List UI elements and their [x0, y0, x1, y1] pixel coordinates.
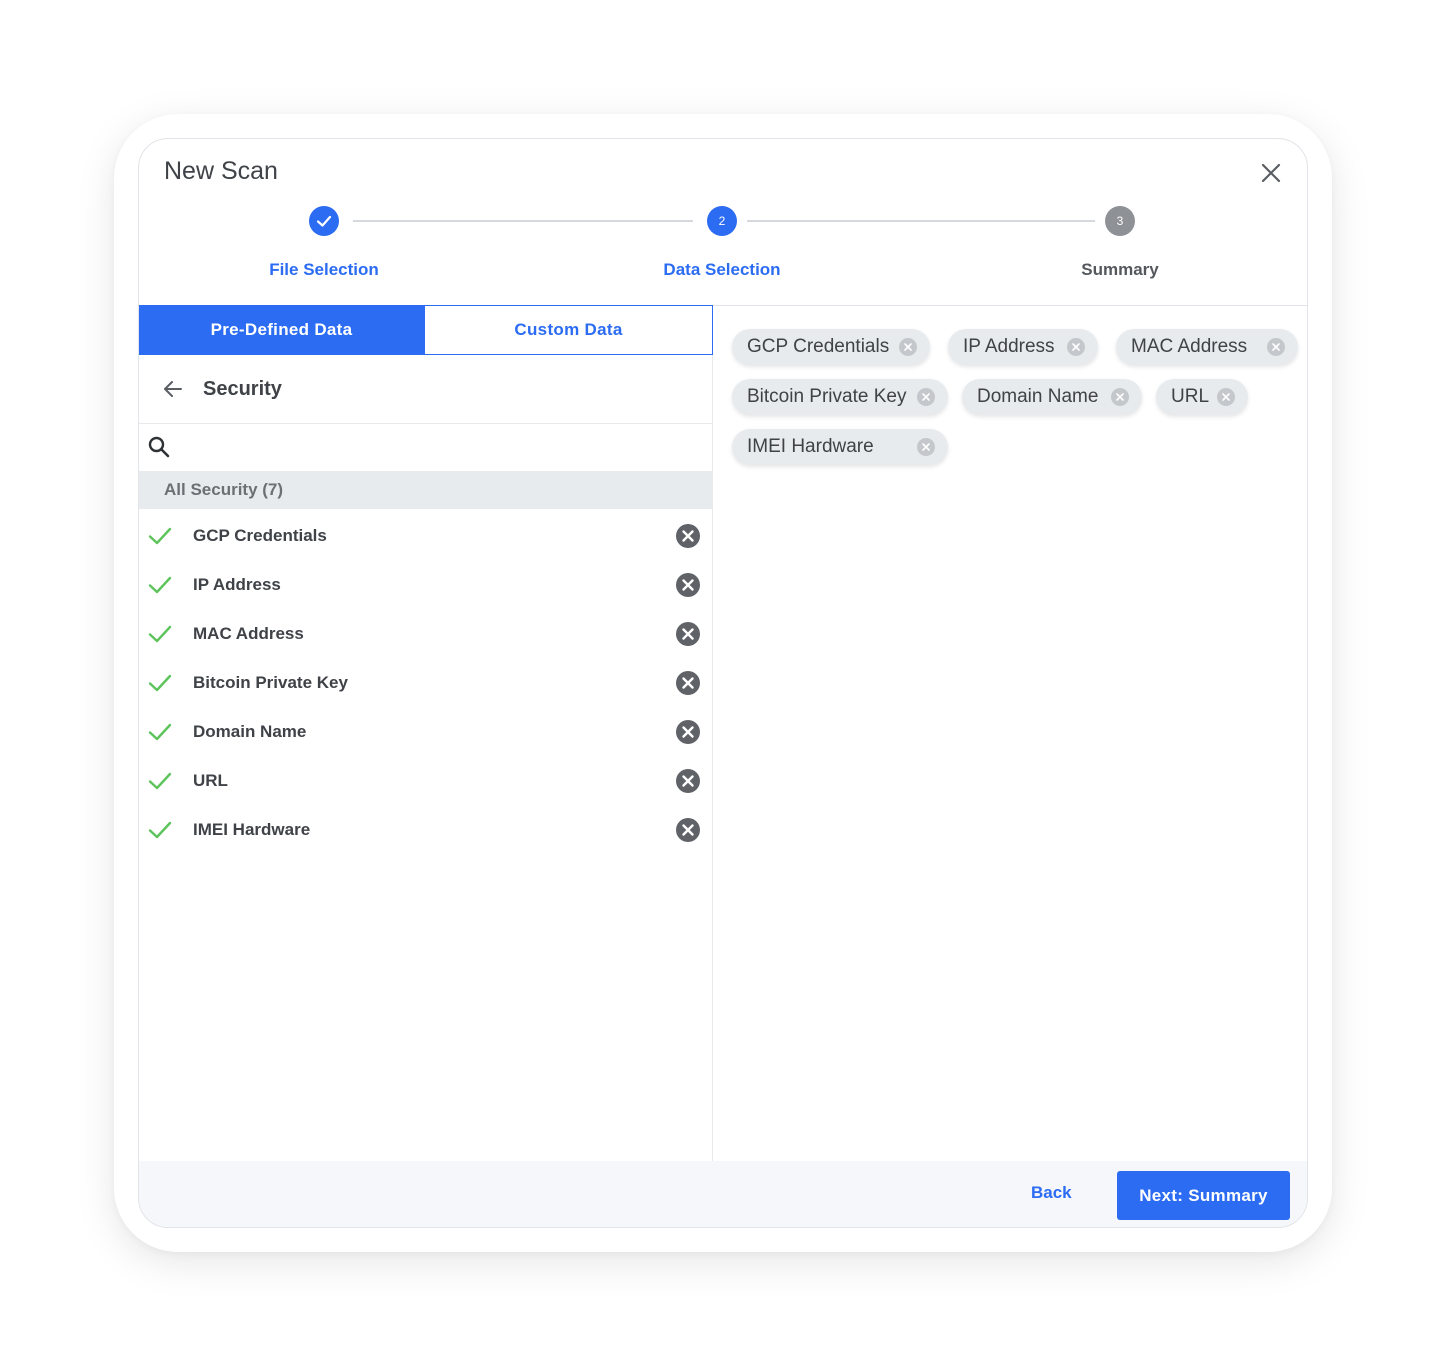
- selected-chip: URL: [1156, 379, 1248, 415]
- selected-chip: IMEI Hardware: [732, 429, 948, 465]
- step-2-label: Data Selection: [663, 260, 781, 279]
- step-3-label: Summary: [1081, 260, 1159, 279]
- checkmark-icon: [316, 215, 332, 227]
- chip-remove-icon[interactable]: [916, 387, 936, 407]
- step-3-indicator: 3: [1105, 206, 1135, 236]
- list-item[interactable]: Domain Name: [139, 709, 713, 758]
- chip-remove-icon[interactable]: [916, 437, 936, 457]
- check-icon: [148, 527, 172, 545]
- list-item-label: IP Address: [193, 575, 281, 594]
- remove-circle-icon[interactable]: [675, 768, 701, 794]
- back-button[interactable]: Back: [1031, 1183, 1072, 1203]
- selected-chip: Bitcoin Private Key: [732, 379, 948, 415]
- selected-chip: GCP Credentials: [732, 329, 930, 365]
- list-item[interactable]: MAC Address: [139, 611, 713, 660]
- list-item[interactable]: IP Address: [139, 562, 713, 611]
- search-input[interactable]: [179, 431, 699, 465]
- list-item-label: Domain Name: [193, 722, 307, 741]
- chip-label: MAC Address: [1131, 336, 1248, 357]
- chip-label: IMEI Hardware: [747, 436, 874, 457]
- selected-chip: Domain Name: [962, 379, 1142, 415]
- selected-chip: IP Address: [948, 329, 1098, 365]
- step-connector: [747, 220, 1095, 222]
- tab-predefined-data[interactable]: Pre-Defined Data: [139, 305, 424, 355]
- step-1-indicator: [309, 206, 339, 236]
- list-item[interactable]: URL: [139, 758, 713, 807]
- group-header[interactable]: All Security (7): [139, 471, 713, 509]
- check-icon: [148, 674, 172, 692]
- check-icon: [148, 625, 172, 643]
- step-1-label: File Selection: [269, 260, 379, 279]
- tab-custom-data[interactable]: Custom Data: [424, 305, 713, 355]
- list-item[interactable]: Bitcoin Private Key: [139, 660, 713, 709]
- chip-remove-icon[interactable]: [1066, 337, 1086, 357]
- step-3-number: 3: [1116, 214, 1124, 228]
- remove-circle-icon[interactable]: [675, 670, 701, 696]
- new-scan-dialog: New Scan 2 3 File Selection Data Selecti…: [138, 138, 1308, 1228]
- search-icon: [148, 436, 170, 458]
- chip-remove-icon[interactable]: [1110, 387, 1130, 407]
- remove-circle-icon[interactable]: [675, 572, 701, 598]
- step-connector: [353, 220, 693, 222]
- list-item-label: Bitcoin Private Key: [193, 673, 348, 692]
- list-item-label: MAC Address: [193, 624, 304, 643]
- search-row: [139, 425, 713, 471]
- remove-circle-icon[interactable]: [675, 817, 701, 843]
- category-title: Security: [203, 378, 282, 400]
- check-icon: [148, 772, 172, 790]
- back-arrow-icon[interactable]: [161, 377, 185, 401]
- dialog-footer: Back Next: Summary: [139, 1161, 1307, 1227]
- selected-chip: MAC Address: [1116, 329, 1298, 365]
- list-item-label: IMEI Hardware: [193, 820, 311, 839]
- chip-remove-icon[interactable]: [1266, 337, 1286, 357]
- check-icon: [148, 821, 172, 839]
- remove-circle-icon[interactable]: [675, 719, 701, 745]
- close-icon[interactable]: [1257, 159, 1285, 187]
- step-2-number: 2: [718, 214, 726, 228]
- chip-label: Domain Name: [977, 386, 1099, 407]
- chip-remove-icon[interactable]: [1216, 387, 1236, 407]
- check-icon: [148, 576, 172, 594]
- remove-circle-icon[interactable]: [675, 523, 701, 549]
- item-list: GCP Credentials IP Address MAC Address Bitc…: [139, 513, 713, 856]
- remove-circle-icon[interactable]: [675, 621, 701, 647]
- dialog-title: New Scan: [164, 157, 278, 185]
- list-item[interactable]: IMEI Hardware: [139, 807, 713, 856]
- chip-label: Bitcoin Private Key: [747, 386, 907, 407]
- check-icon: [148, 723, 172, 741]
- list-item-label: URL: [193, 771, 228, 790]
- chip-remove-icon[interactable]: [898, 337, 918, 357]
- list-item[interactable]: GCP Credentials: [139, 513, 713, 562]
- data-type-tabs: Pre-Defined Data Custom Data: [139, 305, 713, 355]
- step-2-indicator: 2: [707, 206, 737, 236]
- category-header: Security: [139, 355, 713, 424]
- chip-label: GCP Credentials: [747, 336, 890, 357]
- data-list-pane: Pre-Defined Data Custom Data Security Al…: [139, 305, 713, 1161]
- next-summary-button[interactable]: Next: Summary: [1117, 1171, 1290, 1220]
- chip-label: URL: [1171, 386, 1210, 407]
- chip-label: IP Address: [963, 336, 1055, 357]
- list-item-label: GCP Credentials: [193, 526, 327, 545]
